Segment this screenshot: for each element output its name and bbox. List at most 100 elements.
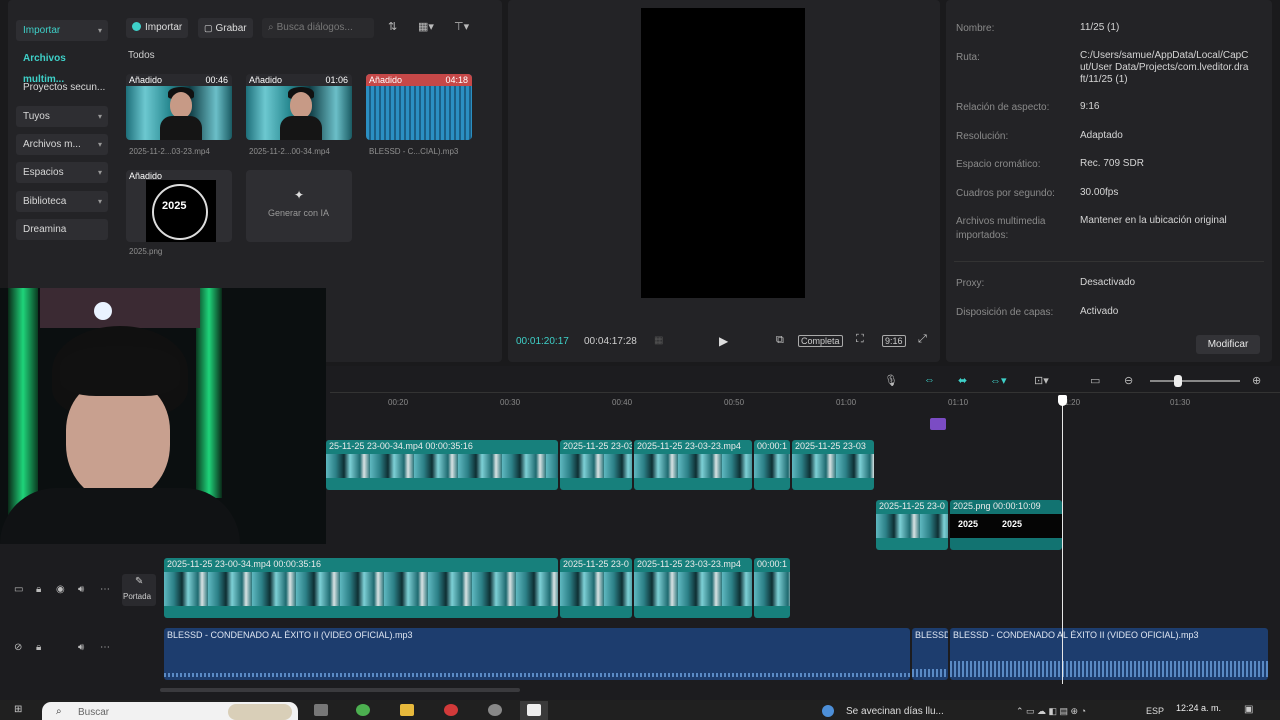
timeline-clip[interactable]: 2025-11-25 23-0 xyxy=(876,500,948,550)
audio-clip[interactable]: BLESSD - CONDENADO AL ÉXITO II (VIDEO OF… xyxy=(950,628,1268,680)
playhead-handle[interactable] xyxy=(1058,395,1067,406)
duration-label: 01:06 xyxy=(325,75,348,85)
language-indicator[interactable]: ESP xyxy=(1146,706,1164,716)
cover-button[interactable]: ✎ Portada xyxy=(122,574,156,606)
playhead[interactable] xyxy=(1062,396,1063,684)
waveform xyxy=(912,669,948,677)
sidebar-item-files[interactable]: Archivos m... ▾ xyxy=(16,134,108,155)
clip-frames xyxy=(326,454,558,478)
app-icon[interactable] xyxy=(444,704,458,716)
ruler-label: 00:50 xyxy=(724,398,745,407)
speaker-icon[interactable]: 🔊︎ xyxy=(78,642,84,653)
clip-label: 2025-11-25 23-0 xyxy=(563,559,629,569)
clock[interactable]: 12:24 a. m. xyxy=(1176,703,1221,713)
filter-icon[interactable]: ⊤▾ xyxy=(454,20,469,33)
timeline-scrollbar[interactable] xyxy=(160,688,520,692)
preview-axis-icon[interactable]: ⊡▾ xyxy=(1034,374,1049,387)
microphone-icon[interactable]: 🎙︎ xyxy=(884,374,898,387)
sidebar-item-subprojects[interactable]: Proyectos secun... xyxy=(16,77,108,98)
capcut-taskbar-button[interactable] xyxy=(520,701,548,720)
timeline-clip[interactable]: 00:00:1 xyxy=(754,440,790,490)
more-icon[interactable]: ⋯ xyxy=(100,584,110,595)
duration-label: 04:18 xyxy=(445,75,468,85)
clip-label: 2025-11-25 23-0 xyxy=(879,501,945,511)
zoom-slider-handle[interactable] xyxy=(1174,375,1182,387)
zoom-out-icon[interactable]: ⊖ xyxy=(1124,374,1133,387)
sidebar-item-import[interactable]: Importar ▾ xyxy=(16,20,108,41)
image-clip[interactable]: 2025.png 00:00:10:09 2025 2025 xyxy=(950,500,1062,550)
screenshot-icon[interactable]: ⛶ xyxy=(856,333,864,346)
added-badge: Añadido xyxy=(129,75,163,85)
added-badge: Añadido xyxy=(129,171,163,181)
media-item-audio[interactable]: Añadido 04:18 xyxy=(366,74,472,140)
plus-circle-icon xyxy=(132,22,141,31)
timeline-clip[interactable]: 2025-11-25 23-03-23.mp4 xyxy=(634,558,752,618)
news-widget[interactable]: Se avecinan días llu... xyxy=(846,706,966,717)
sidebar-item-library[interactable]: Biblioteca ▾ xyxy=(16,191,108,212)
task-view-icon[interactable] xyxy=(314,704,328,716)
notification-icon[interactable]: ▣ xyxy=(1244,704,1253,715)
speaker-icon[interactable]: 🔊︎ xyxy=(78,584,84,595)
media-item-video-1[interactable]: Añadido 00:46 xyxy=(126,74,232,140)
audio-track-icon[interactable]: ⊘ xyxy=(14,642,22,653)
link-icon[interactable]: ⇔ xyxy=(924,374,935,386)
detail-value: Desactivado xyxy=(1080,277,1136,288)
ratio-button[interactable]: 9:16 xyxy=(882,335,906,347)
sort-icon[interactable]: ⇅ xyxy=(388,20,397,33)
track-caption-icon[interactable]: ▭ xyxy=(14,584,23,595)
play-icon[interactable]: ▶ xyxy=(719,334,728,348)
fullscreen-icon[interactable]: ⤢ xyxy=(918,333,927,346)
cover-label: Portada xyxy=(123,592,152,601)
person-shirt xyxy=(0,488,240,544)
app-icon[interactable] xyxy=(488,704,502,716)
sidebar-item-media[interactable]: Archivos multim... xyxy=(16,48,108,85)
app-icon[interactable] xyxy=(356,704,370,716)
person-fringe xyxy=(60,346,180,396)
system-tray-icons[interactable]: ⌃ ▭ ☁ ◧ ▤ ⊕ ◔ xyxy=(1016,706,1086,717)
sidebar-item-dreamina[interactable]: Dreamina xyxy=(16,219,108,240)
detail-label: Relación de aspecto: xyxy=(956,102,1050,113)
timeline-clip[interactable]: 2025-11-25 23-03 xyxy=(792,440,874,490)
weather-icon[interactable] xyxy=(822,705,834,717)
caption-icon[interactable]: ▭ xyxy=(1090,374,1100,387)
view-icon[interactable]: ▦▾ xyxy=(418,20,434,33)
ruler-label: 00:20 xyxy=(388,398,409,407)
timeline-clip[interactable]: 00:00:1 xyxy=(754,558,790,618)
timeline-clip[interactable]: 2025-11-25 23-0 xyxy=(560,558,632,618)
timeline-clip[interactable]: 2025-11-25 23-03-23.mp4 xyxy=(634,440,752,490)
media-caption: BLESSD - C...CIAL).mp3 xyxy=(369,147,459,156)
generate-ai-button[interactable]: ✦ Generar con IA xyxy=(246,170,352,242)
media-item-video-2[interactable]: Añadido 01:06 xyxy=(246,74,352,140)
waveform xyxy=(950,661,1268,677)
clip-label: BLESSD - CONDENADO AL ÉXITO II (VIDEO OF… xyxy=(167,630,413,640)
zoom-slider[interactable] xyxy=(1150,380,1240,382)
timeline-clip[interactable]: 25-11-25 23-00-34.mp4 00:00:35:16 xyxy=(326,440,558,490)
media-item-image[interactable]: 2025 Añadido xyxy=(126,170,232,242)
snap-icon[interactable]: ⇔▾ xyxy=(990,374,1007,387)
search-input[interactable]: ⌕ Busca diálogos... xyxy=(262,18,374,38)
sidebar-item-yours[interactable]: Tuyos ▾ xyxy=(16,106,108,127)
timeline-clip[interactable]: 2025-11-25 23-00-34.mp4 00:00:35:16 xyxy=(164,558,558,618)
clip-label: BLESSD xyxy=(915,630,948,640)
lock-icon[interactable]: 🔒︎ xyxy=(36,642,41,653)
magnet-icon[interactable]: ⬌ xyxy=(958,374,967,387)
eye-icon[interactable]: ◉ xyxy=(56,584,65,595)
more-icon[interactable]: ⋯ xyxy=(100,642,110,653)
crop-icon[interactable]: ⧉ xyxy=(776,334,784,347)
import-button[interactable]: Importar xyxy=(126,18,189,38)
full-quality-button[interactable]: Completa xyxy=(798,335,843,347)
marker-badge[interactable] xyxy=(930,418,946,430)
timeline-grid-icon[interactable]: ▦ xyxy=(654,335,663,346)
zoom-in-icon[interactable]: ⊕ xyxy=(1252,374,1261,387)
timeline-clip[interactable]: 2025-11-25 23-03 xyxy=(560,440,632,490)
modify-button[interactable]: Modificar xyxy=(1196,335,1260,354)
record-button[interactable]: ▢ Grabar xyxy=(198,18,253,38)
divider xyxy=(954,261,1264,262)
lock-icon[interactable]: 🔒︎ xyxy=(36,584,41,595)
audio-clip[interactable]: BLESSD xyxy=(912,628,948,680)
windows-icon[interactable]: ⊞ xyxy=(14,704,22,715)
sidebar-item-spaces[interactable]: Espacios ▾ xyxy=(16,162,108,183)
file-explorer-icon[interactable] xyxy=(400,704,414,716)
audio-clip[interactable]: BLESSD - CONDENADO AL ÉXITO II (VIDEO OF… xyxy=(164,628,910,680)
taskbar-search-input[interactable]: ⌕ Buscar xyxy=(42,702,298,720)
